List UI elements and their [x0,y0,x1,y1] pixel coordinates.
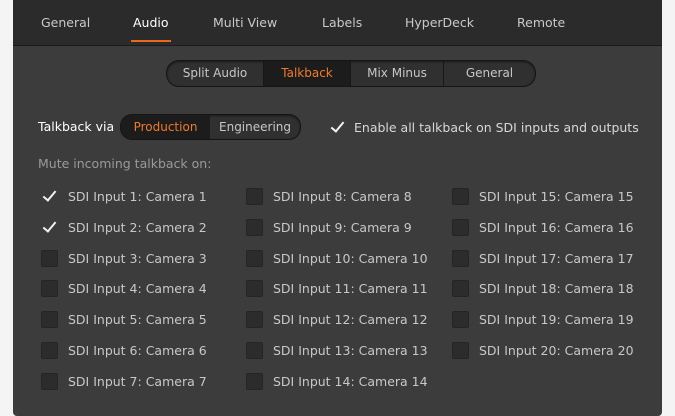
talkback-production-option[interactable]: Production [121,115,210,139]
sdi-input-label: SDI Input 3: Camera 3 [68,250,207,266]
sdi-input-row[interactable]: SDI Input 2: Camera 2 [41,217,207,237]
sdi-input-checkbox[interactable] [246,249,263,267]
sdi-input-checkbox[interactable] [246,187,263,205]
sdi-input-checkbox[interactable] [452,187,469,205]
talkback-engineering-option[interactable]: Engineering [210,115,300,139]
sdi-input-row[interactable]: SDI Input 16: Camera 16 [452,217,634,237]
sdi-input-row[interactable]: SDI Input 12: Camera 12 [246,309,428,329]
sdi-input-label: SDI Input 8: Camera 8 [273,188,412,204]
sdi-input-label: SDI Input 12: Camera 12 [273,311,428,327]
audio-subtab-control: Split Audio Talkback Mix Minus General [166,60,536,87]
sdi-input-label: SDI Input 20: Camera 20 [479,342,634,358]
sdi-input-label: SDI Input 7: Camera 7 [68,373,207,389]
talkback-via-label: Talkback via [38,119,115,134]
subtab-split-audio[interactable]: Split Audio [167,61,264,86]
talkback-via-selector: Production Engineering [120,114,301,140]
subtab-mix-minus[interactable]: Mix Minus [351,61,444,86]
sdi-input-row[interactable]: SDI Input 7: Camera 7 [41,371,207,391]
sdi-input-label: SDI Input 14: Camera 14 [273,373,428,389]
tab-multi-view[interactable]: Multi View [213,0,277,45]
sdi-input-row[interactable]: SDI Input 9: Camera 9 [246,217,412,237]
sdi-input-row[interactable]: SDI Input 4: Camera 4 [41,278,207,298]
sdi-input-checkbox[interactable] [452,310,469,328]
sdi-input-checkbox[interactable] [41,279,58,297]
sdi-input-row[interactable]: SDI Input 18: Camera 18 [452,278,634,298]
sdi-input-row[interactable]: SDI Input 13: Camera 13 [246,340,428,360]
sdi-input-checkbox[interactable] [41,372,58,390]
sdi-input-row[interactable]: SDI Input 3: Camera 3 [41,248,207,268]
sdi-input-checkbox[interactable] [246,372,263,390]
sdi-input-label: SDI Input 11: Camera 11 [273,280,428,296]
sdi-input-row[interactable]: SDI Input 11: Camera 11 [246,278,428,298]
sdi-input-label: SDI Input 19: Camera 19 [479,311,634,327]
sdi-input-row[interactable]: SDI Input 17: Camera 17 [452,248,634,268]
tab-audio[interactable]: Audio [131,0,171,45]
sdi-input-checkbox[interactable] [452,249,469,267]
sdi-input-row[interactable]: SDI Input 19: Camera 19 [452,309,634,329]
sdi-input-checkbox[interactable] [246,310,263,328]
sdi-input-label: SDI Input 1: Camera 1 [68,188,207,204]
sdi-input-checkbox[interactable] [41,188,58,205]
tab-hyperdeck[interactable]: HyperDeck [405,0,474,45]
sdi-input-checkbox[interactable] [452,218,469,236]
tab-labels[interactable]: Labels [322,0,362,45]
sdi-input-row[interactable]: SDI Input 5: Camera 5 [41,309,207,329]
sdi-input-label: SDI Input 2: Camera 2 [68,219,207,235]
settings-window: General Audio Multi View Labels HyperDec… [13,0,662,416]
sdi-input-label: SDI Input 9: Camera 9 [273,219,412,235]
sdi-input-label: SDI Input 17: Camera 17 [479,250,634,266]
sdi-input-checkbox[interactable] [246,218,263,236]
sdi-input-label: SDI Input 4: Camera 4 [68,280,207,296]
sdi-input-label: SDI Input 5: Camera 5 [68,311,207,327]
enable-all-talkback-checkbox-row[interactable]: Enable all talkback on SDI inputs and ou… [329,119,639,136]
sdi-input-row[interactable]: SDI Input 1: Camera 1 [41,186,207,206]
sdi-input-checkbox[interactable] [41,219,58,236]
top-tab-bar: General Audio Multi View Labels HyperDec… [13,0,662,46]
subtab-general[interactable]: General [444,61,535,86]
sdi-input-label: SDI Input 18: Camera 18 [479,280,634,296]
mute-incoming-label: Mute incoming talkback on: [38,156,212,171]
sdi-input-label: SDI Input 6: Camera 6 [68,342,207,358]
sdi-input-checkbox[interactable] [246,341,263,359]
sdi-input-checkbox[interactable] [452,279,469,297]
enable-all-talkback-label: Enable all talkback on SDI inputs and ou… [354,120,639,135]
tab-general[interactable]: General [41,0,90,45]
sdi-input-label: SDI Input 10: Camera 10 [273,250,428,266]
sdi-input-label: SDI Input 16: Camera 16 [479,219,634,235]
sdi-input-row[interactable]: SDI Input 8: Camera 8 [246,186,412,206]
sdi-input-checkbox[interactable] [41,341,58,359]
sdi-input-checkbox[interactable] [452,341,469,359]
tab-remote[interactable]: Remote [517,0,565,45]
sdi-input-row[interactable]: SDI Input 10: Camera 10 [246,248,428,268]
sdi-input-checkbox[interactable] [41,310,58,328]
enable-all-talkback-checkbox[interactable] [329,119,346,136]
sdi-input-checkbox[interactable] [41,249,58,267]
sdi-input-checkbox[interactable] [246,279,263,297]
sdi-input-label: SDI Input 13: Camera 13 [273,342,428,358]
sdi-input-label: SDI Input 15: Camera 15 [479,188,634,204]
sdi-input-row[interactable]: SDI Input 14: Camera 14 [246,371,428,391]
sdi-input-row[interactable]: SDI Input 6: Camera 6 [41,340,207,360]
sdi-input-row[interactable]: SDI Input 15: Camera 15 [452,186,634,206]
subtab-talkback[interactable]: Talkback [264,61,351,86]
sdi-input-row[interactable]: SDI Input 20: Camera 20 [452,340,634,360]
